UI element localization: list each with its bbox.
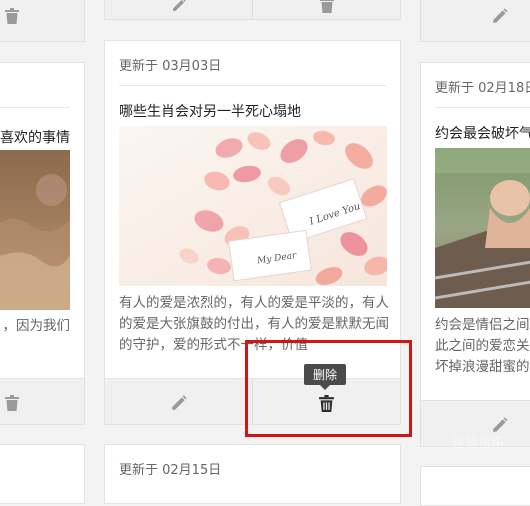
trash-icon [319, 394, 334, 412]
pencil-icon [171, 0, 187, 13]
article-card-bottom-right [420, 466, 530, 506]
article-card-bottom-left [0, 444, 85, 504]
edit-button[interactable] [421, 0, 509, 41]
card-divider [119, 85, 386, 86]
card-excerpt: 有人的爱是浓烈的，有人的爱是平淡的，有人的爱是大张旗鼓的付出，有人的爱是默默无闻… [119, 295, 389, 353]
card-title[interactable]: 约会最会破坏气 [435, 123, 530, 143]
article-card-left: 喜欢的事情 ，因为我们 [0, 62, 85, 425]
pencil-icon [170, 394, 188, 412]
article-card-bottom: 更新于 02月15日 [104, 444, 401, 504]
card-image[interactable]: I Love You My Dear [119, 126, 387, 286]
trash-icon [319, 0, 334, 13]
card-image [0, 150, 70, 310]
edit-button[interactable] [105, 379, 252, 424]
card-actions [421, 0, 530, 41]
card-actions [0, 0, 84, 41]
card-divider [0, 107, 70, 108]
excerpt-line: 坏掉浪漫甜蜜的 [435, 359, 530, 375]
card-top-left-partial [0, 0, 85, 42]
edit-button[interactable] [105, 0, 252, 19]
card-image[interactable] [435, 148, 530, 308]
delete-tooltip: 删除 [304, 364, 347, 390]
trash-icon [5, 8, 19, 24]
pencil-icon [491, 7, 509, 25]
delete-button[interactable] [0, 0, 84, 41]
card-actions [0, 378, 84, 424]
card-excerpt: ，因为我们 [2, 318, 71, 334]
card-top-right-partial [420, 0, 530, 42]
delete-button[interactable] [253, 0, 400, 19]
card-actions [105, 378, 400, 424]
card-date: 更新于 02月18日 [435, 81, 530, 96]
excerpt-line: 约会是情侣之间 [435, 317, 530, 333]
delete-button[interactable] [0, 379, 84, 424]
trash-icon [5, 395, 19, 411]
excerpt-line: 此之间的爱恋关 [435, 338, 530, 354]
article-card-center: 更新于 03月03日 哪些生肖会对另一半死心塌地 I Love You My D… [104, 40, 401, 425]
watermark-logo: 经验指南 [452, 436, 505, 451]
card-actions [105, 0, 400, 19]
article-card-right: 更新于 02月18日 约会最会破坏气 约会是情侣之间 此之间的爱恋关 坏掉浪漫甜… [420, 62, 530, 447]
card-excerpt: 约会是情侣之间 此之间的爱恋关 坏掉浪漫甜蜜的 [435, 315, 530, 378]
card-date: 更新于 03月03日 [119, 59, 222, 74]
card-top-center-partial [104, 0, 401, 20]
card-title: 喜欢的事情 [0, 130, 70, 146]
card-title[interactable]: 哪些生肖会对另一半死心塌地 [119, 101, 301, 121]
card-date: 更新于 02月15日 [119, 463, 222, 478]
card-divider [435, 107, 530, 108]
